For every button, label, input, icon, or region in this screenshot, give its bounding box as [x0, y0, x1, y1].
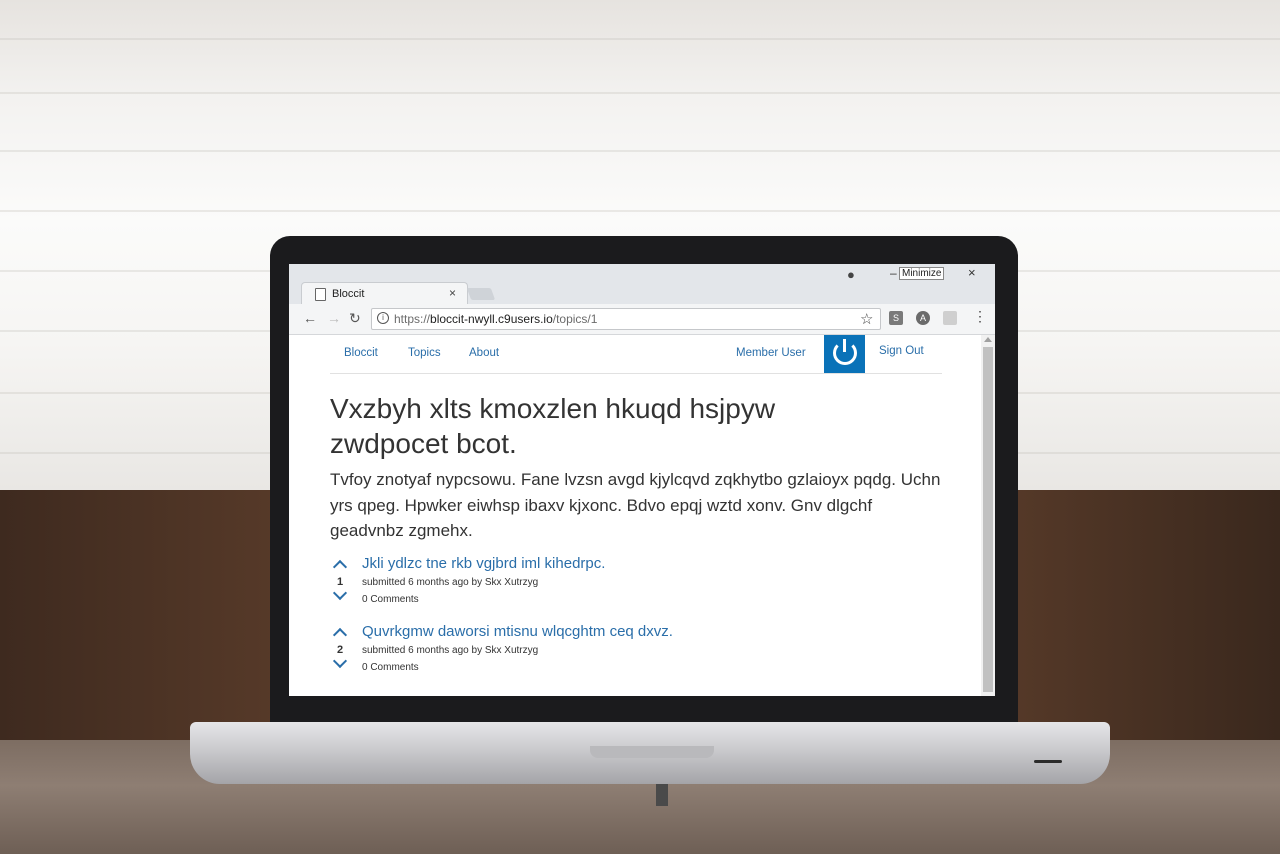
scroll-up-arrow-icon[interactable]	[984, 337, 992, 342]
scrollbar-thumb[interactable]	[983, 347, 993, 692]
post-comments-count[interactable]: 0 Comments	[362, 662, 419, 673]
angular-extension-icon[interactable]: A	[916, 311, 930, 325]
browser-window: Bloccit × ● – Minimize × ← → ↻ i https:/…	[289, 264, 995, 696]
site-navbar: Bloccit Topics About Member User Sign Ou…	[330, 335, 942, 374]
laptop-notch	[590, 746, 714, 758]
minimize-tooltip: Minimize	[899, 267, 945, 280]
profile-icon[interactable]: ●	[847, 267, 855, 282]
nav-brand-link[interactable]: Bloccit	[344, 347, 378, 359]
post-meta: submitted 6 months ago by Skx Xutrzyg	[362, 577, 539, 588]
new-tab-button[interactable]	[466, 288, 496, 300]
nav-about-link[interactable]: About	[469, 347, 499, 359]
page-viewport: Bloccit Topics About Member User Sign Ou…	[289, 335, 981, 696]
bookmark-star-icon[interactable]: ☆	[860, 310, 873, 328]
vertical-scrollbar[interactable]	[981, 335, 995, 696]
avatar[interactable]	[824, 335, 865, 373]
forward-icon[interactable]: →	[327, 310, 341, 326]
upvote-chevron-icon[interactable]	[332, 627, 348, 643]
post-item: 2 Quvrkgmw daworsi mtisnu wlqcghtm ceq d…	[331, 623, 931, 690]
nav-topics-link[interactable]: Topics	[408, 347, 441, 359]
window-close-button[interactable]: ×	[968, 265, 976, 280]
post-comments-count[interactable]: 0 Comments	[362, 594, 419, 605]
back-icon[interactable]: ←	[303, 310, 317, 326]
url-text: https://bloccit-nwyll.c9users.io/topics/…	[394, 312, 598, 326]
sign-out-link[interactable]: Sign Out	[879, 345, 924, 357]
generic-extension-icon[interactable]	[943, 311, 957, 325]
browser-menu-icon[interactable]: ⋮	[973, 308, 987, 325]
reload-icon[interactable]: ↻	[349, 310, 361, 327]
tab-title: Bloccit	[332, 288, 365, 300]
upvote-chevron-icon[interactable]	[332, 559, 348, 575]
info-icon[interactable]: i	[377, 312, 389, 324]
s-extension-icon[interactable]: S	[889, 311, 903, 325]
tab-strip: Bloccit × ● – Minimize ×	[289, 264, 995, 305]
tab-close-icon[interactable]: ×	[449, 286, 456, 300]
post-title-link[interactable]: Jkli ydlzc tne rkb vgjbrd iml kihedrpc.	[362, 555, 605, 572]
laptop-led	[1034, 760, 1062, 763]
downvote-chevron-icon[interactable]	[332, 585, 348, 601]
topic-description: Tvfoy znotyaf nypcsowu. Fane lvzsn avgd …	[330, 470, 941, 540]
downvote-chevron-icon[interactable]	[332, 653, 348, 669]
tab-bloccit[interactable]: Bloccit ×	[301, 282, 468, 305]
document-icon	[315, 288, 326, 301]
topic-title: Vxzbyh xlts kmoxzlen hkuqd hsjpyw zwdpoc…	[330, 393, 776, 459]
post-title-link[interactable]: Quvrkgmw daworsi mtisnu wlqcghtm ceq dxv…	[362, 623, 673, 640]
nav-user-link[interactable]: Member User	[736, 347, 806, 359]
address-bar[interactable]: i https://bloccit-nwyll.c9users.io/topic…	[371, 308, 881, 330]
laptop-foot	[656, 784, 668, 806]
post-meta: submitted 6 months ago by Skx Xutrzyg	[362, 645, 539, 656]
browser-toolbar: ← → ↻ i https://bloccit-nwyll.c9users.io…	[289, 304, 995, 335]
post-item: 1 Jkli ydlzc tne rkb vgjbrd iml kihedrpc…	[331, 555, 931, 622]
minimize-button[interactable]: –	[890, 266, 897, 280]
